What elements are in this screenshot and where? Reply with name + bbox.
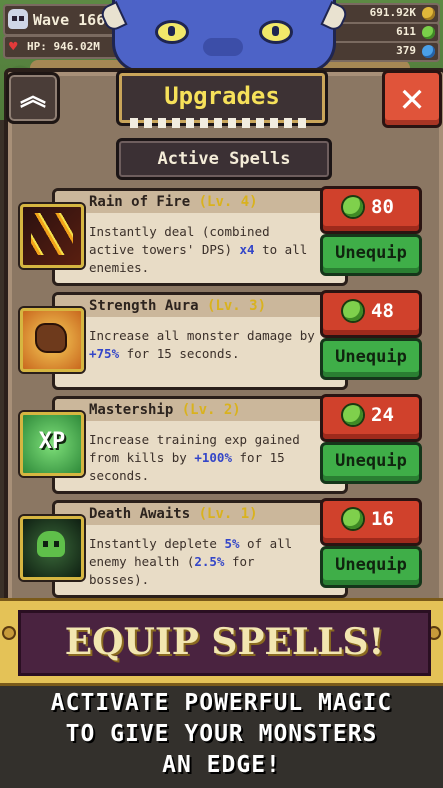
unequip-button[interactable]: Unequip — [320, 546, 422, 588]
hp-label: HP: 946.02M — [27, 40, 100, 53]
gem-value: 611 — [396, 25, 416, 38]
collapse-button[interactable]: ︽ — [6, 72, 60, 124]
orb-value: 379 — [396, 44, 416, 57]
green-gem-icon — [343, 301, 363, 321]
skull-icon — [8, 9, 28, 29]
promo-tagline: ACTIVATE POWERFUL MAGIC TO GIVE YOUR MON… — [50, 690, 393, 778]
section-title: Active Spells — [157, 149, 291, 169]
close-icon: ✕ — [399, 75, 425, 121]
upgrade-cost: 16 — [371, 508, 394, 530]
spell-name: Rain of Fire (Lv. 4) — [89, 194, 258, 210]
spell-level: (Lv. 2) — [181, 402, 241, 418]
eye-icon — [155, 20, 189, 44]
spell-card-body: Death Awaits (Lv. 1) Instantly deplete 5… — [52, 500, 348, 598]
unequip-label: Unequip — [335, 243, 407, 263]
spell-card: Rain of Fire (Lv. 4) Instantly deal (com… — [20, 186, 425, 286]
panel-title-text: Upgrades — [164, 82, 280, 110]
spell-level: (Lv. 4) — [198, 194, 258, 210]
green-gem-icon — [422, 26, 435, 39]
snout — [203, 38, 243, 56]
spell-card-body: Mastership (Lv. 2) Increase training exp… — [52, 396, 348, 494]
upgrade-cost-button[interactable]: 80 — [320, 186, 422, 234]
monster-head — [98, 0, 350, 73]
upgrade-cost: 24 — [371, 404, 394, 426]
upgrade-cost: 48 — [371, 300, 394, 322]
heart-icon: ♥ — [9, 39, 18, 55]
upgrade-cost: 80 — [371, 196, 394, 218]
spell-name: Strength Aura (Lv. 3) — [89, 298, 267, 314]
gem-counter: 611 — [326, 22, 440, 43]
close-button[interactable]: ✕ — [382, 70, 442, 128]
spell-description: Increase training exp gained from kills … — [89, 432, 300, 483]
spell-level: (Lv. 1) — [198, 506, 258, 522]
spell-description: Increase all monster damage by +75% for … — [89, 328, 315, 361]
unequip-label: Unequip — [335, 555, 407, 575]
unequip-button[interactable]: Unequip — [320, 234, 422, 276]
eye-icon — [259, 20, 293, 44]
bolt-icon — [4, 628, 14, 638]
unequip-button[interactable]: Unequip — [320, 338, 422, 380]
spell-card: Strength Aura (Lv. 3) Increase all monst… — [20, 290, 425, 390]
spell-description: Instantly deplete 5% of all enemy health… — [89, 536, 293, 587]
spell-level: (Lv. 3) — [207, 298, 267, 314]
unequip-label: Unequip — [335, 451, 407, 471]
spell-card: Death Awaits (Lv. 1) Instantly deplete 5… — [20, 498, 425, 598]
green-gem-icon — [343, 197, 363, 217]
upgrade-cost-button[interactable]: 16 — [320, 498, 422, 546]
upgrade-cost-button[interactable]: 48 — [320, 290, 422, 338]
upgrade-cost-button[interactable]: 24 — [320, 394, 422, 442]
wave-label: Wave 166 — [33, 11, 106, 29]
orb-counter: 379 — [326, 41, 440, 62]
spell-card-body: Strength Aura (Lv. 3) Increase all monst… — [52, 292, 348, 390]
section-header: Active Spells — [116, 138, 332, 180]
skull-icon — [20, 516, 84, 580]
spell-name: Death Awaits (Lv. 1) — [89, 506, 258, 522]
promo-banner-plate: EQUIP SPELLS! — [18, 610, 431, 676]
xp-icon: XP — [20, 412, 84, 476]
promo-banner-text: EQUIP SPELLS! — [64, 621, 385, 663]
coin-icon — [422, 7, 435, 20]
rain-of-fire-icon — [20, 204, 84, 268]
hp-counter: ♥ HP: 946.02M — [3, 35, 120, 59]
spell-description: Instantly deal (combined active towers' … — [89, 224, 308, 275]
spell-card-body: Rain of Fire (Lv. 4) Instantly deal (com… — [52, 188, 348, 286]
chevron-up-icon: ︽ — [19, 82, 46, 112]
teeth-decoration — [130, 118, 310, 128]
strength-aura-icon — [20, 308, 84, 372]
unequip-label: Unequip — [335, 347, 407, 367]
unequip-button[interactable]: Unequip — [320, 442, 422, 484]
blue-gem-icon — [422, 45, 435, 58]
spell-card: Mastership (Lv. 2) Increase training exp… — [20, 394, 425, 494]
spell-name: Mastership (Lv. 2) — [89, 402, 241, 418]
gold-value: 691.92K — [369, 6, 416, 19]
green-gem-icon — [343, 509, 363, 529]
green-gem-icon — [343, 405, 363, 425]
